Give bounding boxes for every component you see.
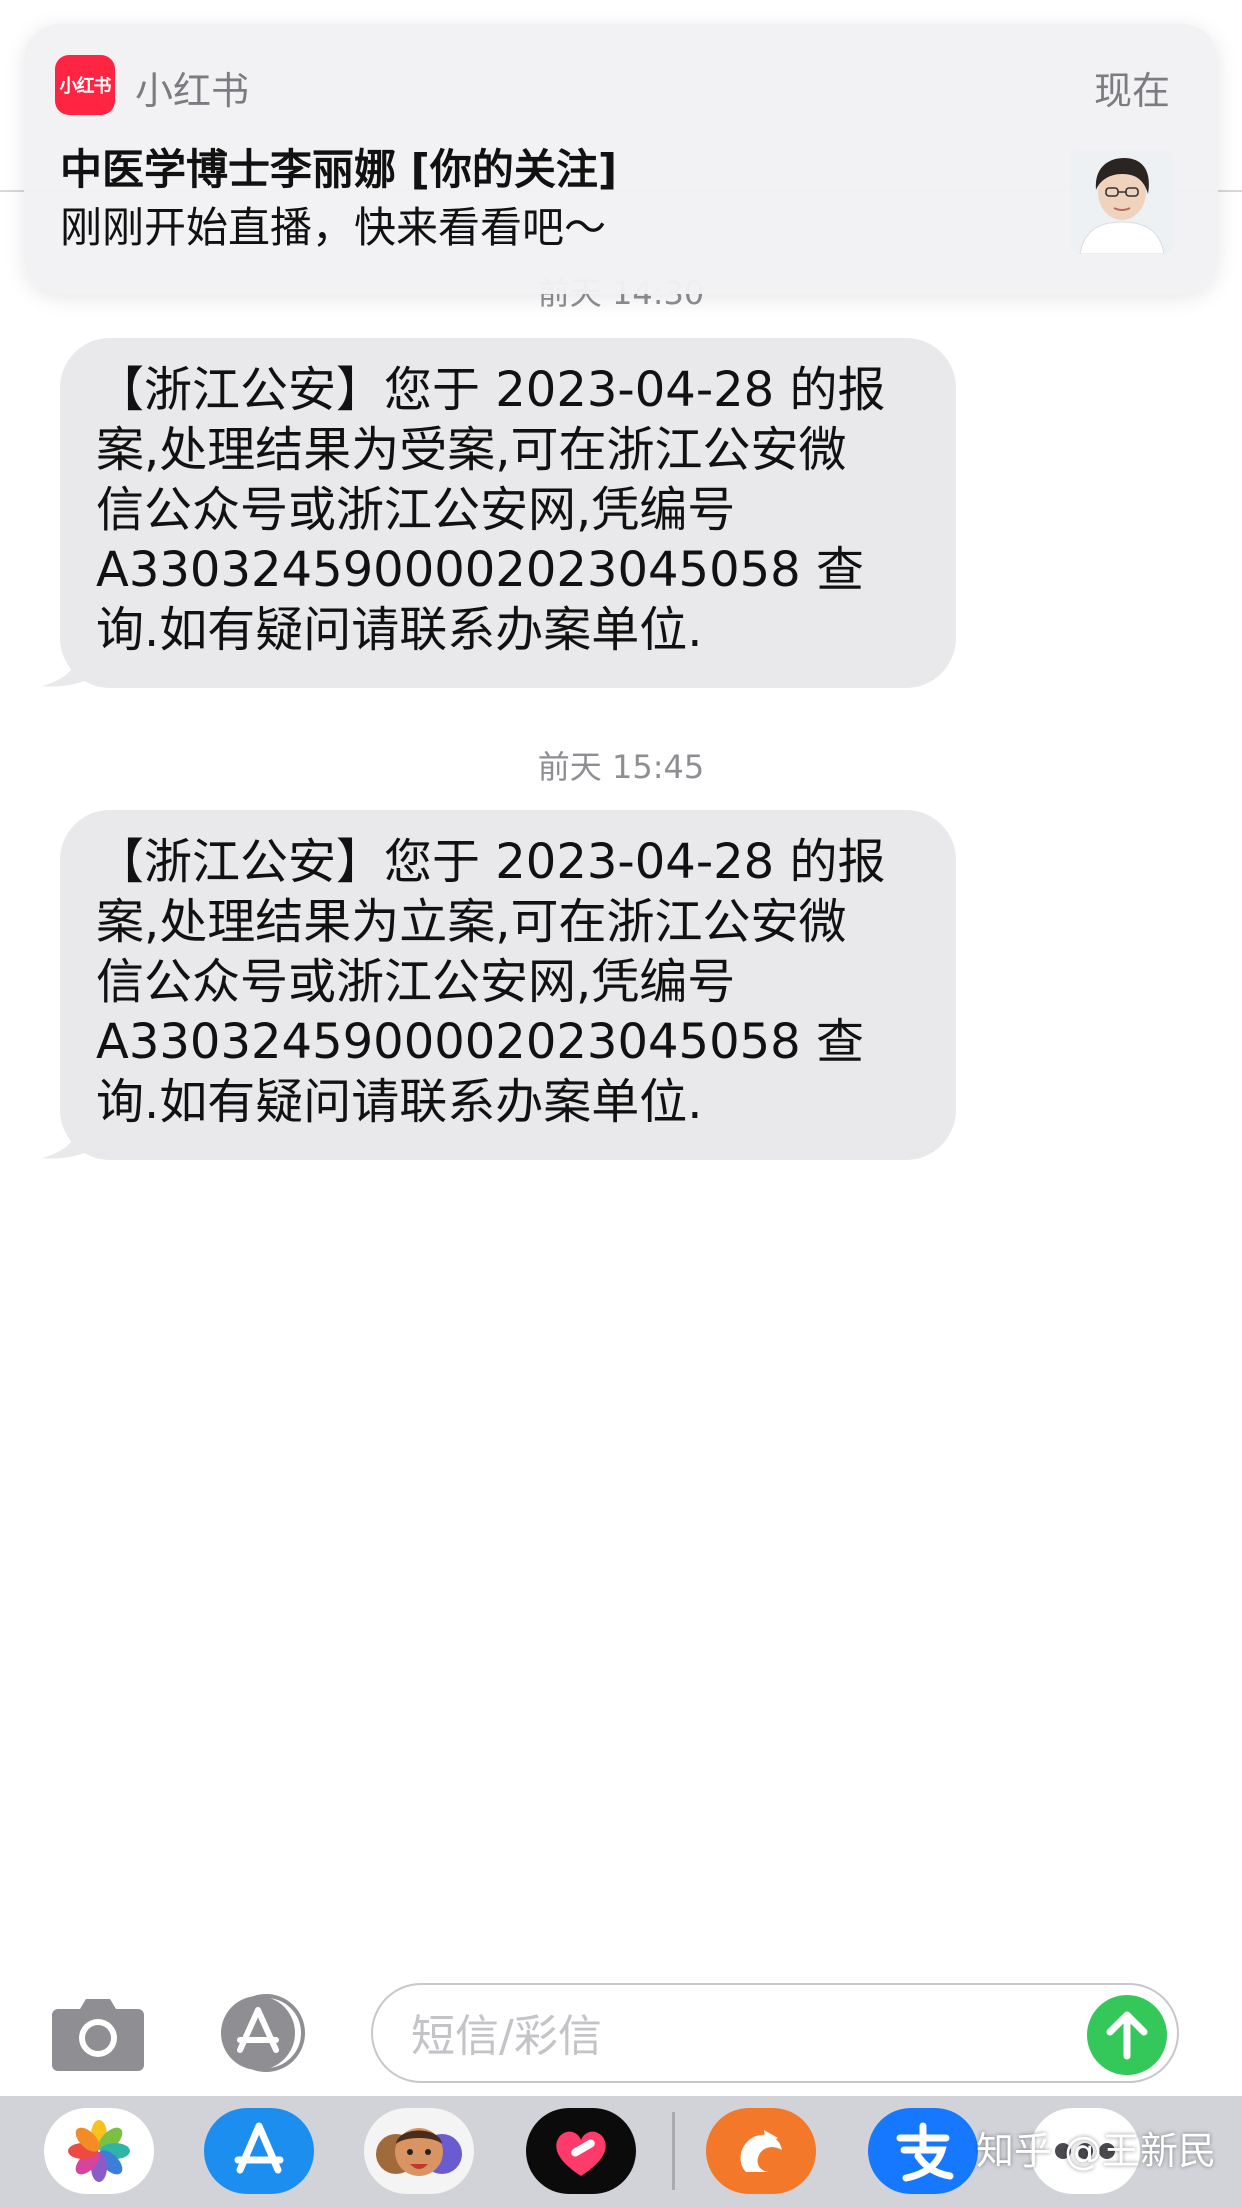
- timestamp: 前天 15:45: [537, 748, 705, 786]
- watermark: 知乎 @王新民: [976, 2129, 1217, 2173]
- message-line: 【浙江公安】您于 2023-04-28 的报: [96, 834, 886, 890]
- notification-app-name: 小红书: [135, 69, 250, 113]
- xiaohongshu-icon: 小红书: [55, 55, 115, 115]
- app-drawer: 知乎 @王新民: [0, 2096, 1242, 2208]
- message-bubble[interactable]: 【浙江公安】您于 2023-04-28 的报 案,处理结果为立案,可在浙江公安微…: [60, 810, 956, 1160]
- drawer-divider: [672, 2112, 675, 2190]
- message-line: 信公众号或浙江公安网,凭编号: [96, 482, 736, 538]
- camera-icon[interactable]: [50, 1995, 146, 2071]
- arrow-up-icon: [1106, 2011, 1148, 2060]
- notification-body: 刚刚开始直播，快来看看吧～: [60, 203, 607, 252]
- message-line: 案,处理结果为立案,可在浙江公安微: [96, 894, 847, 950]
- message-line: 询.如有疑问请联系办案单位.: [96, 602, 703, 658]
- notification-time: 现在: [1093, 69, 1170, 113]
- message-bubble[interactable]: 【浙江公安】您于 2023-04-28 的报 案,处理结果为受案,可在浙江公安微…: [60, 338, 956, 688]
- message-input-container: [371, 1983, 1179, 2083]
- message-line: A3303245900002023045058 查: [96, 542, 864, 598]
- send-button[interactable]: [1087, 1995, 1167, 2075]
- orange-app-icon[interactable]: [706, 2108, 816, 2194]
- avatar: [1070, 150, 1174, 254]
- message-input[interactable]: [409, 2007, 1033, 2065]
- heart-app-icon[interactable]: [526, 2108, 636, 2194]
- notification-title: 中医学博士李丽娜 [你的关注]: [60, 145, 618, 194]
- message-line: 询.如有疑问请联系办案单位.: [96, 1074, 703, 1130]
- memoji-icon[interactable]: [364, 2108, 474, 2194]
- notification-banner[interactable]: 小红书 小红书 现在 中医学博士李丽娜 [你的关注] 刚刚开始直播，快来看看吧～: [24, 24, 1218, 294]
- photos-icon[interactable]: [44, 2108, 154, 2194]
- app-store-button[interactable]: [210, 1994, 320, 2072]
- message-line: 【浙江公安】您于 2023-04-28 的报: [96, 362, 886, 418]
- alipay-icon[interactable]: [868, 2108, 978, 2194]
- message-line: A3303245900002023045058 查: [96, 1014, 864, 1070]
- message-line: 信公众号或浙江公安网,凭编号: [96, 954, 736, 1010]
- message-line: 案,处理结果为受案,可在浙江公安微: [96, 422, 847, 478]
- app-store-icon[interactable]: [204, 2108, 314, 2194]
